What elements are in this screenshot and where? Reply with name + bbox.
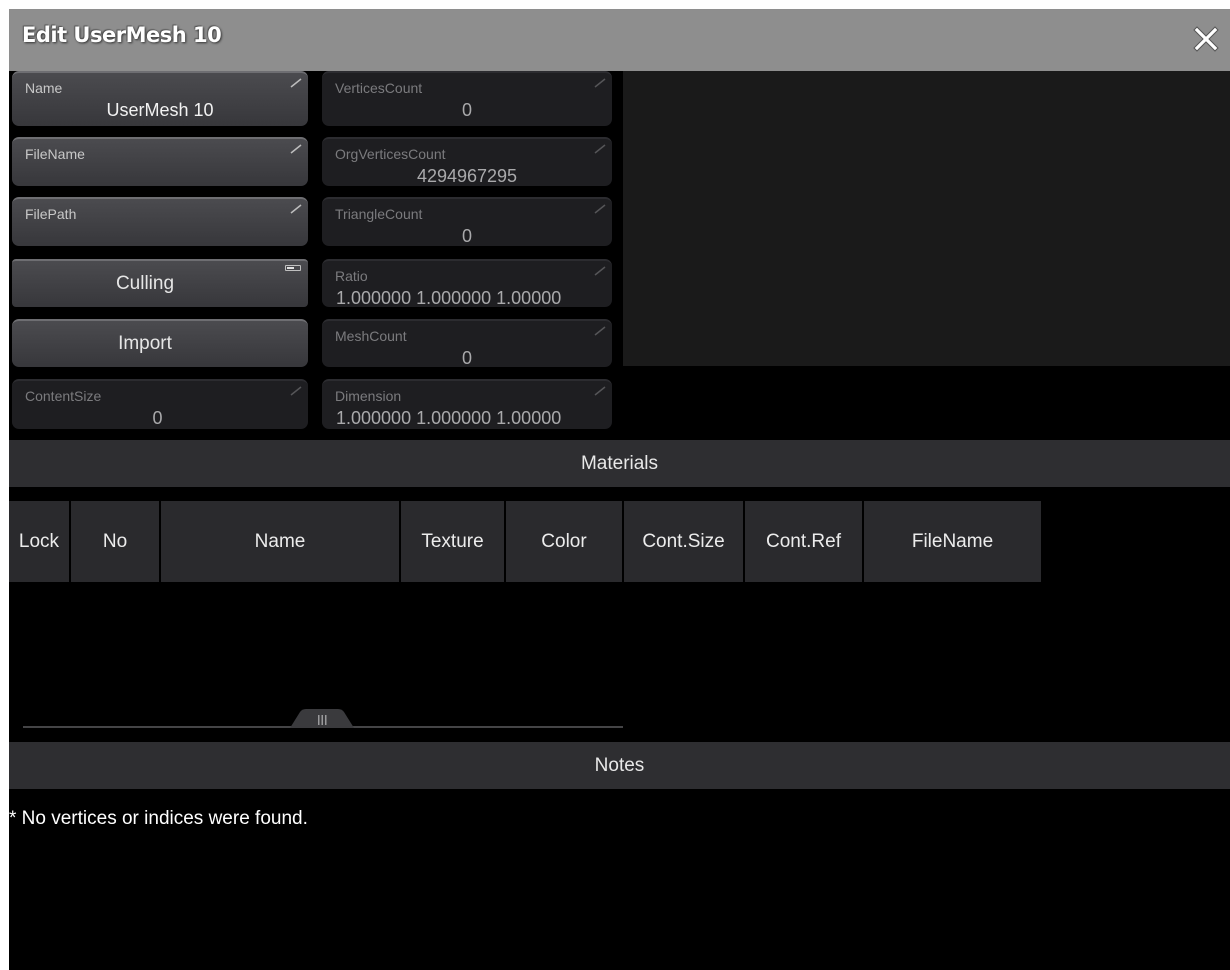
content-size-label: ContentSize bbox=[25, 388, 102, 404]
triangle-count-field: TriangleCount 0 bbox=[322, 197, 612, 246]
edit-corner-icon bbox=[290, 204, 302, 214]
edit-corner-icon bbox=[290, 144, 302, 154]
scrollbar-grip-handle[interactable] bbox=[290, 709, 354, 728]
materials-header: Materials bbox=[9, 440, 1230, 487]
close-icon[interactable] bbox=[1190, 23, 1222, 55]
notes-message: * No vertices or indices were found. bbox=[9, 808, 308, 829]
content-size-value: 0 bbox=[152, 408, 163, 428]
mesh-count-field: MeshCount 0 bbox=[322, 319, 612, 368]
filename-field[interactable]: FileName bbox=[12, 137, 308, 186]
edit-corner-icon bbox=[594, 386, 606, 396]
filepath-label: FilePath bbox=[25, 206, 77, 222]
title-bar: Edit UserMesh 10 bbox=[9, 9, 1230, 71]
org-vertices-count-field: OrgVerticesCount 4294967295 bbox=[322, 137, 612, 186]
edit-usermesh-dialog: Edit UserMesh 10 Name UserMesh 10 FileNa… bbox=[9, 9, 1230, 970]
column-header-cont-ref[interactable]: Cont.Ref bbox=[745, 501, 864, 582]
dimension-field: Dimension 1.000000 1.000000 1.00000 bbox=[322, 379, 612, 429]
triangle-count-label: TriangleCount bbox=[335, 206, 423, 222]
edit-corner-icon bbox=[594, 144, 606, 154]
column-header-color[interactable]: Color bbox=[506, 501, 624, 582]
ratio-label: Ratio bbox=[335, 268, 368, 284]
triangle-count-value: 0 bbox=[461, 226, 472, 246]
name-value: UserMesh 10 bbox=[106, 100, 214, 120]
dialog-title: Edit UserMesh 10 bbox=[22, 23, 222, 47]
culling-label: Culling bbox=[115, 273, 175, 294]
culling-toggle-button[interactable]: Culling bbox=[12, 259, 308, 307]
materials-title: Materials bbox=[580, 452, 659, 474]
filepath-field[interactable]: FilePath bbox=[12, 197, 308, 246]
notes-title: Notes bbox=[594, 754, 645, 776]
content-size-field: ContentSize 0 bbox=[12, 379, 308, 429]
name-field[interactable]: Name UserMesh 10 bbox=[12, 71, 308, 126]
column-header-texture[interactable]: Texture bbox=[401, 501, 506, 582]
column-header-no[interactable]: No bbox=[71, 501, 161, 582]
column-header-name[interactable]: Name bbox=[161, 501, 401, 582]
import-label: Import bbox=[118, 333, 172, 354]
vertices-count-value: 0 bbox=[461, 100, 472, 120]
vertices-count-label: VerticesCount bbox=[335, 80, 423, 96]
edit-corner-icon bbox=[594, 204, 606, 214]
filename-label: FileName bbox=[25, 146, 85, 162]
mesh-preview-panel bbox=[623, 71, 1230, 366]
mesh-count-value: 0 bbox=[461, 348, 472, 368]
org-vertices-count-label: OrgVerticesCount bbox=[335, 146, 446, 162]
mesh-count-label: MeshCount bbox=[335, 328, 407, 344]
edit-corner-icon bbox=[594, 266, 606, 276]
column-header-cont-size[interactable]: Cont.Size bbox=[624, 501, 745, 582]
dimension-label: Dimension bbox=[335, 388, 402, 404]
materials-table-header: Lock No Name Texture Color Cont.Size Con… bbox=[9, 501, 1043, 582]
vertices-count-field: VerticesCount 0 bbox=[322, 71, 612, 126]
import-button[interactable]: Import bbox=[12, 319, 308, 367]
edit-corner-icon bbox=[594, 326, 606, 336]
edit-corner-icon bbox=[290, 78, 302, 88]
name-label: Name bbox=[25, 80, 63, 96]
dimension-value: 1.000000 1.000000 1.00000 bbox=[336, 408, 562, 428]
column-header-lock[interactable]: Lock bbox=[9, 501, 71, 582]
notes-header: Notes bbox=[9, 742, 1230, 789]
toggle-indicator-icon bbox=[285, 265, 301, 271]
ratio-value: 1.000000 1.000000 1.00000 bbox=[336, 288, 562, 308]
column-header-filename[interactable]: FileName bbox=[864, 501, 1043, 582]
edit-corner-icon bbox=[290, 386, 302, 396]
ratio-field: Ratio 1.000000 1.000000 1.00000 bbox=[322, 259, 612, 308]
org-vertices-count-value: 4294967295 bbox=[416, 166, 518, 186]
edit-corner-icon bbox=[594, 78, 606, 88]
